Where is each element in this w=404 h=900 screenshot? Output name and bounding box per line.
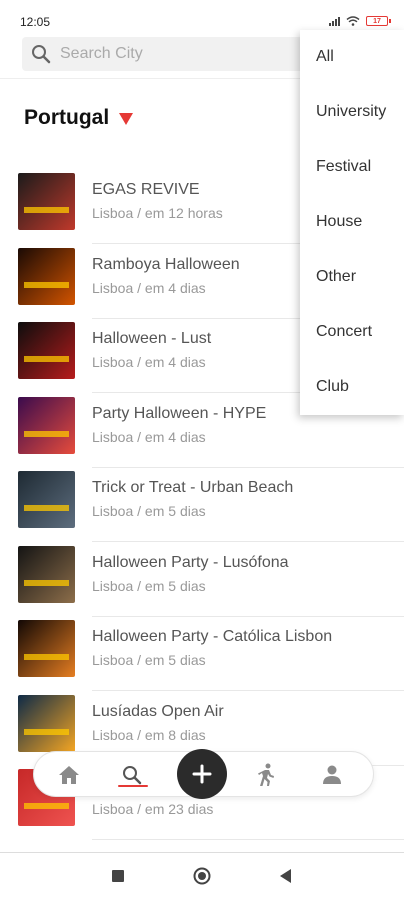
search-input[interactable] — [60, 45, 260, 63]
event-location-time: Lisboa / em 5 dias — [92, 652, 206, 668]
event-list-item[interactable]: Trick or Treat - Urban Beach Lisboa / em … — [0, 468, 404, 542]
active-tab-indicator — [118, 785, 148, 787]
event-thumbnail — [18, 173, 75, 230]
event-location-time: Lisboa / em 12 horas — [92, 205, 223, 221]
country-selector[interactable]: Portugal — [24, 106, 134, 130]
event-thumbnail — [18, 322, 75, 379]
event-title: Halloween Party - Lusófona — [92, 553, 289, 571]
event-thumbnail — [18, 396, 75, 454]
status-time: 12:05 — [20, 15, 51, 29]
event-title: EGAS REVIVE — [92, 181, 200, 198]
search-icon — [32, 45, 51, 64]
profile-nav-button[interactable] — [319, 762, 345, 788]
event-location-time: Lisboa / em 8 dias — [92, 726, 206, 743]
filter-option-university[interactable]: University — [316, 103, 386, 121]
profile-icon — [323, 765, 341, 784]
category-filter-menu: All University Festival House Other Concert Cl… — [300, 30, 404, 415]
wifi-icon — [346, 16, 360, 26]
search-icon — [123, 766, 142, 785]
home-nav-button[interactable] — [56, 762, 82, 788]
event-thumbnail — [18, 247, 75, 305]
filter-option-club[interactable]: Club — [316, 378, 349, 396]
list-divider — [92, 839, 404, 840]
event-thumbnail — [18, 620, 75, 677]
home-icon — [59, 766, 79, 784]
dropdown-caret-icon — [119, 113, 134, 125]
event-location-time: Lisboa / em 4 dias — [92, 428, 206, 445]
event-location-time: Lisboa / em 23 dias — [92, 801, 214, 817]
event-list-item[interactable]: Halloween Party - Católica Lisbon Lisboa … — [0, 617, 404, 691]
search-bar[interactable] — [22, 37, 312, 71]
add-event-button[interactable] — [177, 749, 227, 799]
event-list-item[interactable]: Halloween Party - Lusófona Lisboa / em 5 … — [0, 543, 404, 617]
event-thumbnail — [18, 471, 75, 528]
activity-icon — [258, 763, 274, 786]
event-thumbnail — [18, 545, 75, 603]
status-icons: 17 — [329, 16, 391, 26]
filter-option-house[interactable]: House — [316, 213, 362, 231]
event-title: Trick or Treat - Urban Beach — [92, 479, 294, 496]
event-location-time: Lisboa / em 5 dias — [92, 577, 206, 594]
filter-option-concert[interactable]: Concert — [316, 323, 372, 341]
status-bar: 12:05 17 — [0, 0, 404, 30]
back-icon[interactable] — [280, 869, 292, 883]
home-circle-icon[interactable] — [193, 867, 211, 885]
event-location-time: Lisboa / em 4 dias — [92, 354, 206, 370]
event-title: Halloween - Lust — [92, 330, 212, 347]
add-icon — [192, 764, 212, 784]
battery-level: 17 — [373, 17, 381, 25]
event-title: Ramboya Halloween — [92, 255, 240, 273]
recents-icon[interactable] — [112, 870, 124, 882]
event-title: Party Halloween - HYPE — [92, 404, 267, 422]
system-navigation-bar — [0, 853, 404, 900]
filter-option-festival[interactable]: Festival — [316, 158, 371, 176]
country-name: Portugal — [24, 106, 110, 129]
event-thumbnail — [18, 694, 75, 752]
event-location-time: Lisboa / em 4 dias — [92, 279, 206, 296]
battery-icon: 17 — [366, 16, 391, 26]
filter-option-all[interactable]: All — [316, 48, 334, 66]
event-title: Halloween Party - Católica Lisbon — [92, 628, 333, 645]
signal-icon — [329, 16, 340, 26]
event-title: Lusíadas Open Air — [92, 702, 224, 720]
event-location-time: Lisboa / em 5 dias — [92, 503, 206, 519]
activity-nav-button[interactable] — [253, 762, 279, 788]
filter-option-other[interactable]: Other — [316, 268, 356, 286]
